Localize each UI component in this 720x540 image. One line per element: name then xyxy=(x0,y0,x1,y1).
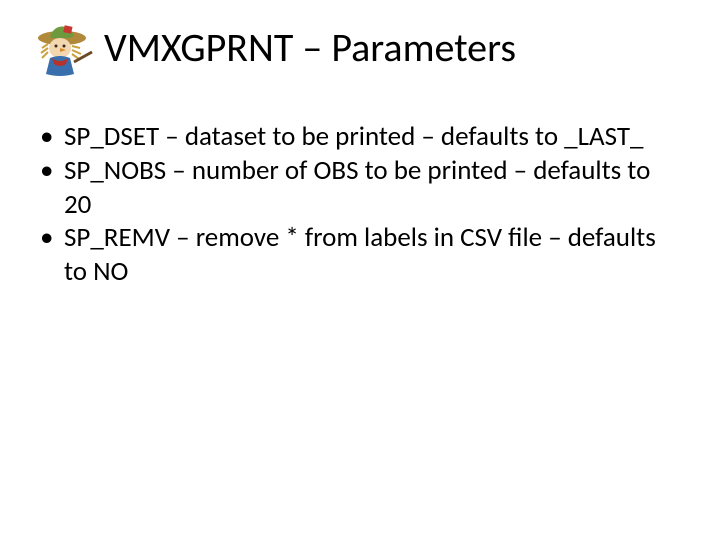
wizard-scarecrow-icon xyxy=(30,18,98,78)
slide-title: VMXGPRNT – Parameters xyxy=(104,26,516,70)
list-item: SP_NOBS – number of OBS to be printed – … xyxy=(38,154,680,222)
list-item: SP_DSET – dataset to be printed – defaul… xyxy=(38,120,680,154)
bullet-text: SP_REMV – remove * from labels in CSV fi… xyxy=(64,221,656,288)
bullet-text: SP_DSET – dataset to be printed – defaul… xyxy=(64,120,643,153)
slide: VMXGPRNT – Parameters SP_DSET – dataset … xyxy=(0,0,720,540)
bullet-text: SP_NOBS – number of OBS to be printed – … xyxy=(64,154,650,221)
bullet-list: SP_DSET – dataset to be printed – defaul… xyxy=(38,120,680,289)
title-row: VMXGPRNT – Parameters xyxy=(30,18,690,78)
list-item: SP_REMV – remove * from labels in CSV fi… xyxy=(38,221,680,289)
